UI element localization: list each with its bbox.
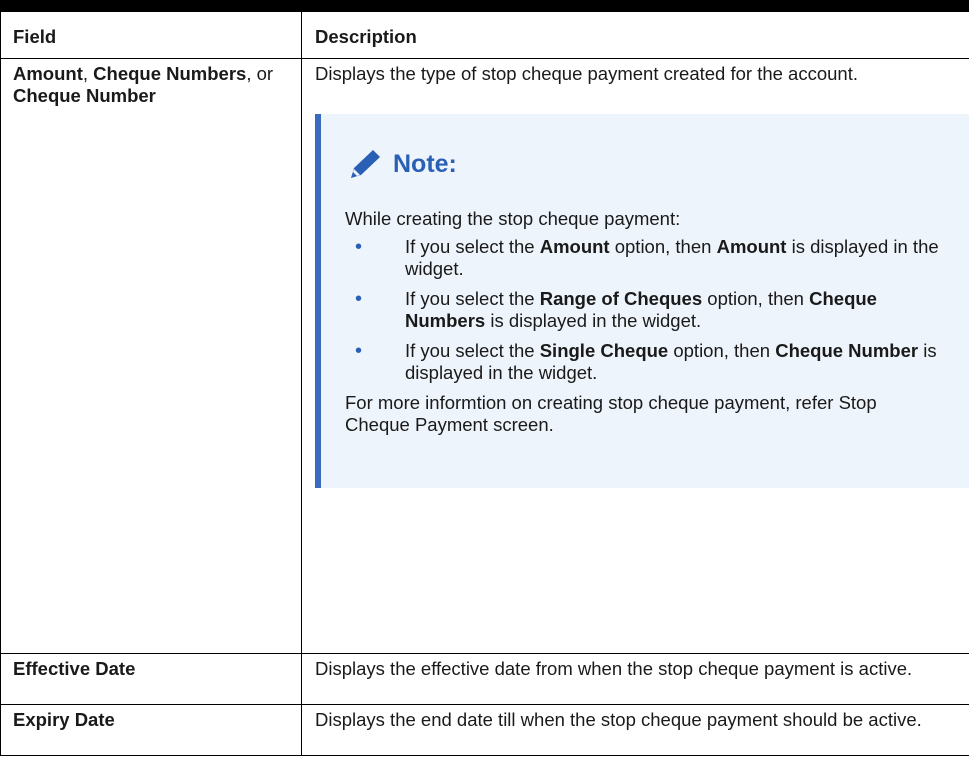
note-bullet-list: • If you select the Amount option, then A…: [345, 236, 945, 384]
top-rule: [0, 0, 969, 11]
column-header-description: Description: [301, 11, 969, 59]
list-item: • If you select the Single Cheque option,…: [355, 340, 937, 383]
table-row: Amount, Cheque Numbers, or Cheque Number…: [0, 58, 969, 654]
column-header-field: Field: [0, 11, 302, 59]
field-cell-amount: Amount, Cheque Numbers, or Cheque Number: [0, 58, 302, 654]
description-text: Displays the type of stop cheque payment…: [315, 63, 858, 84]
list-item: • If you select the Amount option, then A…: [355, 236, 939, 279]
field-part: , or: [246, 63, 274, 84]
note-intro: While creating the stop cheque payment:: [345, 208, 681, 229]
description-cell: Displays the effective date from when th…: [301, 653, 969, 705]
pencil-icon: [351, 150, 380, 178]
field-part: ,: [82, 63, 94, 84]
note-title: Note:: [345, 148, 945, 180]
note-box: Note: While creating the stop cheque pay…: [315, 114, 969, 488]
table-row: Effective Date Displays the effective da…: [0, 653, 969, 705]
note-outro: For more informtion on creating stop che…: [345, 392, 877, 435]
description-cell: Displays the type of stop cheque payment…: [301, 58, 969, 654]
field-part: Amount: [13, 63, 83, 84]
field-cell-expiry-date: Expiry Date: [0, 704, 302, 756]
field-description-table: Field Description Amount, Cheque Numbers…: [0, 11, 969, 756]
field-cell-effective-date: Effective Date: [0, 653, 302, 705]
note-title-text: Note:: [393, 150, 457, 178]
field-part: Cheque Numbers: [93, 63, 247, 84]
description-cell: Displays the end date till when the stop…: [301, 704, 969, 756]
table-header-row: Field Description: [0, 11, 969, 59]
table-row: Expiry Date Displays the end date till w…: [0, 704, 969, 756]
list-item: • If you select the Range of Cheques opti…: [355, 288, 877, 331]
field-part: Cheque Number: [13, 85, 156, 106]
